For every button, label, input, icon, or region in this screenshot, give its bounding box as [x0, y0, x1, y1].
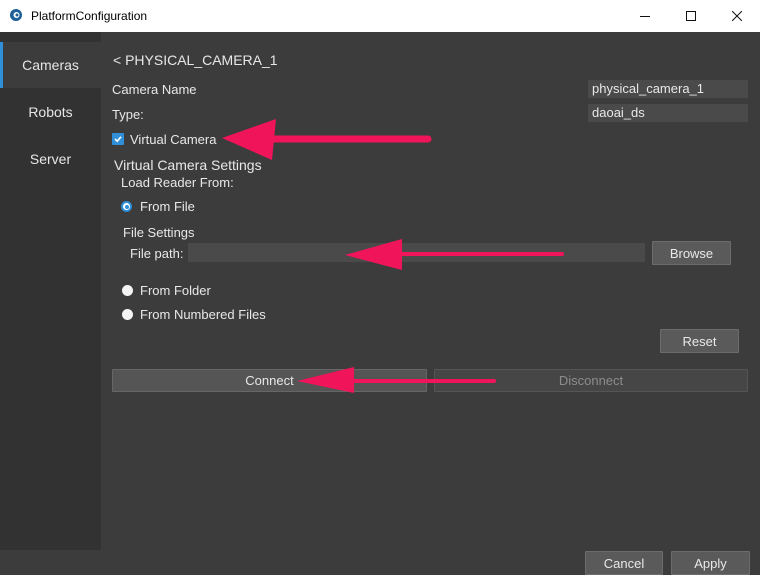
- apply-button[interactable]: Apply: [671, 551, 750, 575]
- load-reader-label: Load Reader From:: [121, 175, 234, 190]
- sidebar-item-label: Cameras: [22, 57, 79, 73]
- close-button[interactable]: [714, 0, 760, 32]
- camera-name-label: Camera Name: [112, 82, 197, 97]
- checkmark-icon: [114, 136, 122, 143]
- maximize-button[interactable]: [668, 0, 714, 32]
- sidebar-item-server[interactable]: Server: [0, 136, 101, 182]
- sidebar: Cameras Robots Server: [0, 32, 101, 550]
- close-icon: [732, 11, 742, 21]
- sidebar-item-robots[interactable]: Robots: [0, 89, 101, 135]
- from-folder-label: From Folder: [140, 283, 211, 298]
- window-title: PlatformConfiguration: [31, 9, 148, 23]
- cancel-button[interactable]: Cancel: [585, 551, 663, 575]
- virtual-camera-label: Virtual Camera: [130, 132, 217, 147]
- minimize-icon: [640, 16, 650, 17]
- title-bar: PlatformConfiguration: [0, 0, 760, 32]
- disconnect-button[interactable]: Disconnect: [434, 369, 748, 392]
- camera-config-panel: < PHYSICAL_CAMERA_1 Camera Name physical…: [101, 32, 760, 550]
- from-numbered-files-label: From Numbered Files: [140, 307, 266, 322]
- file-path-input[interactable]: [188, 243, 645, 262]
- from-file-label: From File: [140, 199, 195, 214]
- app-logo-icon: [10, 9, 22, 21]
- file-path-label: File path:: [130, 246, 184, 261]
- sidebar-item-cameras[interactable]: Cameras: [0, 42, 101, 88]
- connect-button[interactable]: Connect: [112, 369, 427, 392]
- from-folder-radio[interactable]: [122, 285, 133, 296]
- virtual-camera-checkbox[interactable]: [112, 133, 124, 145]
- type-label: Type:: [112, 107, 144, 122]
- virtual-settings-title: Virtual Camera Settings: [114, 157, 262, 173]
- sidebar-item-label: Robots: [28, 104, 73, 120]
- file-settings-label: File Settings: [123, 225, 195, 240]
- maximize-icon: [686, 11, 696, 21]
- camera-type-field[interactable]: daoai_ds: [588, 104, 748, 122]
- from-file-radio[interactable]: [121, 201, 132, 212]
- browse-button[interactable]: Browse: [652, 241, 731, 265]
- minimize-button[interactable]: [622, 0, 668, 32]
- dialog-footer: Cancel Apply: [0, 550, 760, 575]
- sidebar-item-label: Server: [29, 151, 72, 167]
- from-numbered-files-radio[interactable]: [122, 309, 133, 320]
- back-link[interactable]: < PHYSICAL_CAMERA_1: [113, 52, 278, 68]
- camera-name-field[interactable]: physical_camera_1: [588, 80, 748, 98]
- reset-button[interactable]: Reset: [660, 329, 739, 353]
